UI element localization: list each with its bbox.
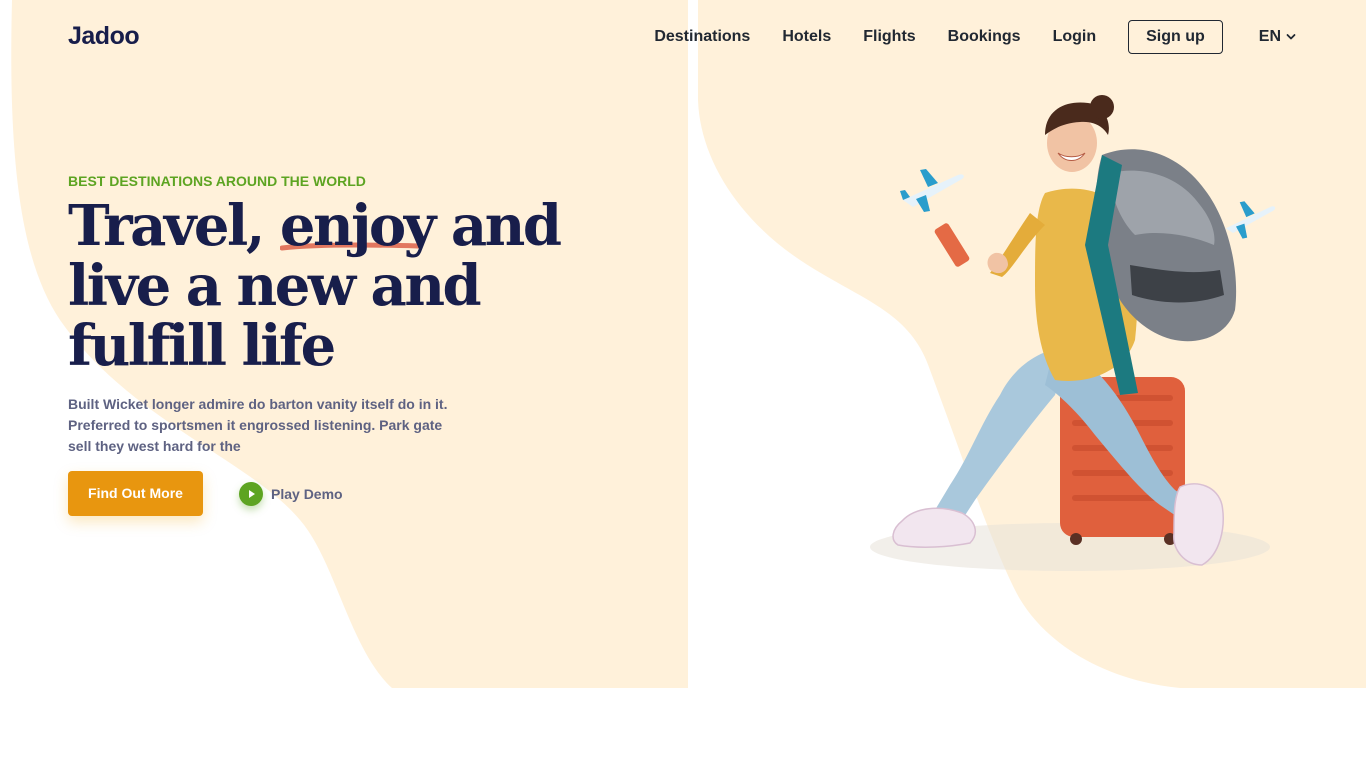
brand-logo[interactable]: Jadoo — [68, 22, 140, 51]
headline-word-enjoy: enjoy — [279, 193, 437, 259]
landing-page: Jadoo Destinations Hotels Flights Bookin… — [0, 0, 1366, 768]
language-selector[interactable]: EN — [1259, 28, 1296, 46]
headline-word-and: and — [450, 193, 562, 259]
nav-hotels[interactable]: Hotels — [782, 20, 831, 54]
play-demo-label: Play Demo — [271, 486, 343, 502]
nav-flights[interactable]: Flights — [863, 20, 915, 54]
hero-headline: Travel, enjoy and live a new and fulfill… — [68, 196, 588, 376]
play-icon — [239, 482, 263, 506]
headline-enjoy-text: enjoy — [279, 193, 437, 259]
nav-destinations[interactable]: Destinations — [654, 20, 750, 54]
play-demo-button[interactable]: Play Demo — [239, 482, 343, 506]
airplane-icon-right — [1225, 201, 1276, 239]
nav-bookings[interactable]: Bookings — [948, 20, 1021, 54]
chevron-down-icon — [1286, 34, 1296, 40]
headline-word-travel: Travel, — [68, 193, 265, 259]
airplane-icon-left — [900, 169, 964, 212]
hero-description: Built Wicket longer admire do barton van… — [68, 396, 448, 454]
hero-kicker: BEST DESTINATIONS AROUND THE WORLD — [68, 173, 366, 189]
find-out-more-button[interactable]: Find Out More — [68, 471, 203, 516]
headline-line-3: fulfill life — [68, 313, 336, 379]
nav-login[interactable]: Login — [1053, 20, 1097, 54]
main-nav: Destinations Hotels Flights Bookings Log… — [654, 20, 1296, 54]
headline-line-1: Travel, enjoy and — [68, 196, 588, 256]
signup-button[interactable]: Sign up — [1128, 20, 1223, 54]
language-label: EN — [1258, 28, 1281, 45]
headline-line-2: live a new and — [68, 253, 482, 319]
